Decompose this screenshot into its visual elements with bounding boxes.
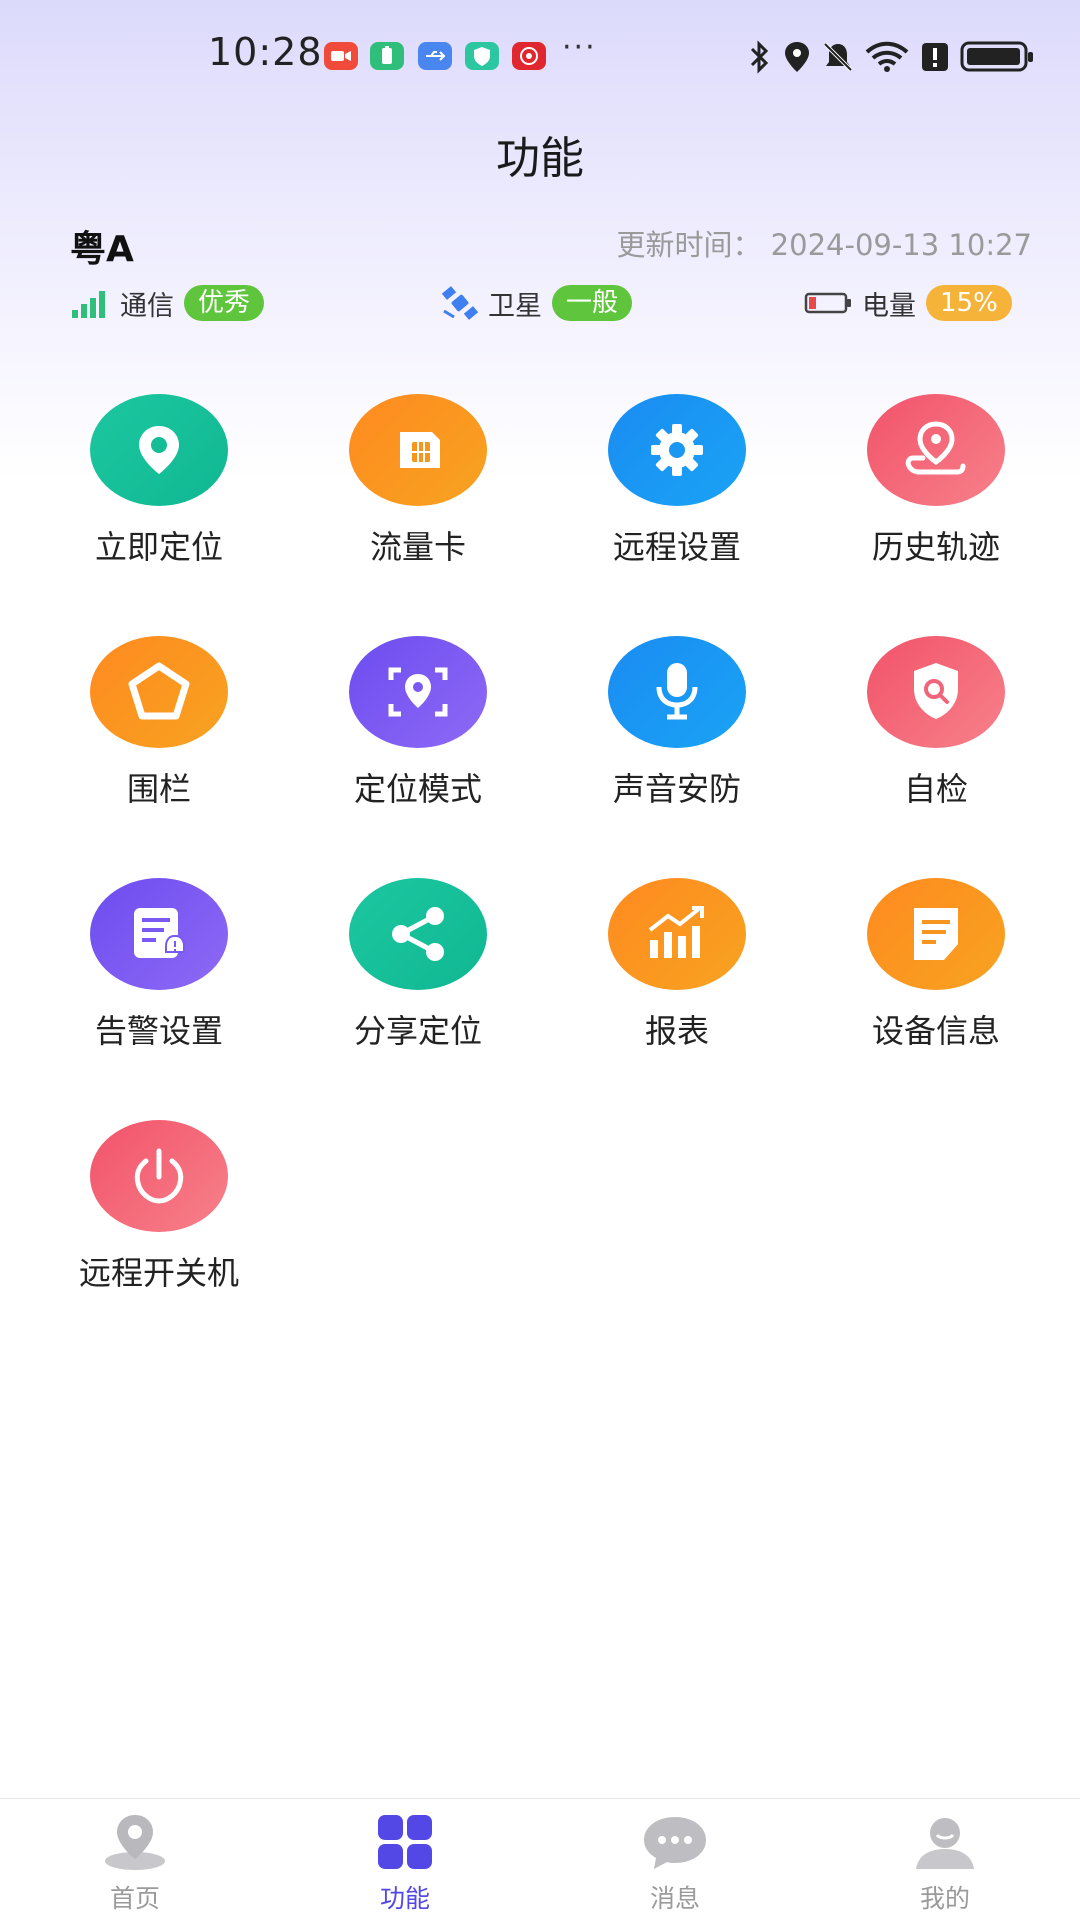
grid-apps-icon <box>378 1815 432 1869</box>
feature-label: 分享定位 <box>353 1012 482 1050</box>
battery-low-icon <box>804 292 851 314</box>
feature-label: 声音安防 <box>612 770 741 808</box>
home-location-icon <box>105 1815 165 1870</box>
feature-history-track[interactable]: 历史轨迹 <box>817 394 1037 594</box>
alarm-settings-icon <box>90 878 228 990</box>
feature-fence[interactable]: 围栏 <box>40 636 260 836</box>
nav-home[interactable]: 首页 <box>0 1799 270 1920</box>
signal-status-badge: 优秀 <box>184 285 265 321</box>
report-chart-icon <box>608 878 746 990</box>
feature-self-check[interactable]: 自检 <box>817 636 1037 836</box>
status-bar: 10:28 ··· <box>0 0 1080 110</box>
feature-label: 自检 <box>903 770 968 808</box>
gear-icon <box>608 394 746 506</box>
update-time-value: 2024-09-13 10:27 <box>770 228 1032 262</box>
feature-label: 围栏 <box>126 770 191 808</box>
feature-label: 远程开关机 <box>78 1254 239 1292</box>
feature-sound-security[interactable]: 声音安防 <box>558 636 778 836</box>
battery-label: 电量 <box>862 290 916 322</box>
location-mode-icon <box>349 636 487 748</box>
battery-status-badge: 15% <box>926 285 1012 321</box>
nav-home-label: 首页 <box>109 1884 160 1913</box>
feature-label: 告警设置 <box>94 1012 223 1050</box>
microphone-icon <box>608 636 746 748</box>
update-time: 更新时间： 2024-09-13 10:27 <box>616 222 1032 264</box>
satellite-indicator: 卫星 一般 <box>440 284 633 322</box>
battery-indicator: 电量 15% <box>804 284 1012 322</box>
feature-location-mode[interactable]: 定位模式 <box>299 636 519 836</box>
sim-card-icon <box>349 394 487 506</box>
battery-saver-notification-icon <box>370 42 404 70</box>
location-pin-icon <box>90 394 228 506</box>
feature-alarm-settings[interactable]: 告警设置 <box>40 878 260 1078</box>
feature-label: 历史轨迹 <box>871 528 1000 566</box>
feature-report[interactable]: 报表 <box>558 878 778 1078</box>
nav-profile[interactable]: 我的 <box>810 1799 1080 1920</box>
page-title: 功能 <box>496 133 584 184</box>
feature-share-location[interactable]: 分享定位 <box>299 878 519 1078</box>
satellite-status-badge: 一般 <box>552 285 633 321</box>
power-icon <box>90 1120 228 1232</box>
satellite-icon <box>441 286 479 320</box>
bluetooth-icon <box>750 40 769 74</box>
nav-features[interactable]: 功能 <box>270 1799 540 1920</box>
message-bubble-icon <box>644 1817 706 1869</box>
update-time-label: 更新时间： <box>616 228 762 262</box>
feature-locate-now[interactable]: 立即定位 <box>40 394 260 594</box>
profile-icon <box>916 1818 974 1869</box>
signal-bars-icon <box>72 291 105 318</box>
feature-label: 流量卡 <box>369 528 466 566</box>
fence-icon <box>90 636 228 748</box>
alert-icon <box>922 43 948 71</box>
signal-indicator: 通信 优秀 <box>70 284 265 322</box>
track-history-icon <box>867 394 1005 506</box>
app-notification-icon <box>512 42 546 70</box>
feature-label: 报表 <box>644 1012 709 1050</box>
feature-device-info[interactable]: 设备信息 <box>817 878 1037 1078</box>
wifi-icon <box>865 41 909 72</box>
feature-label: 远程设置 <box>612 528 741 566</box>
feature-label: 定位模式 <box>353 770 482 808</box>
status-time: 10:28 <box>208 30 323 74</box>
usb-notification-icon <box>418 42 452 70</box>
feature-label: 设备信息 <box>871 1012 1000 1050</box>
mute-bell-icon <box>823 42 853 72</box>
battery-status-icon <box>960 41 1033 72</box>
more-notifications: ··· <box>562 30 597 65</box>
feature-data-card[interactable]: 流量卡 <box>299 394 519 594</box>
satellite-label: 卫星 <box>488 290 542 322</box>
license-plate: 粤A <box>70 229 134 270</box>
self-check-shield-icon <box>867 636 1005 748</box>
feature-remote-power[interactable]: 远程开关机 <box>40 1120 260 1320</box>
nav-features-label: 功能 <box>379 1884 430 1913</box>
nav-profile-label: 我的 <box>919 1884 970 1913</box>
video-notification-icon <box>324 42 358 70</box>
feature-label: 立即定位 <box>94 528 223 566</box>
bottom-nav: 首页 功能 消息 我的 <box>0 1798 1080 1920</box>
nav-messages-label: 消息 <box>649 1884 700 1913</box>
device-info-icon <box>867 878 1005 990</box>
signal-label: 通信 <box>120 290 174 322</box>
feature-remote-settings[interactable]: 远程设置 <box>558 394 778 594</box>
security-notification-icon <box>465 42 499 70</box>
screen: 10:28 ··· 功能 粤A 更新时间： 2024-09-13 10:27 通… <box>0 0 1080 1920</box>
nav-messages[interactable]: 消息 <box>540 1799 810 1920</box>
share-icon <box>349 878 487 990</box>
location-icon <box>785 42 809 72</box>
